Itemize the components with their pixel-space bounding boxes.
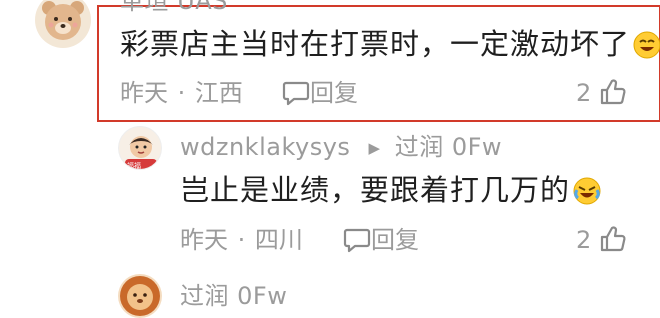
comment-text-content: 彩票店主当时在打票时，一定激动坏了 [120,27,631,61]
like-count: 2 [576,226,592,254]
lion-avatar-icon[interactable] [118,274,162,318]
reply-arrow-icon: ▶ [368,139,381,157]
reply-text: 岂止是业绩，要跟着打几万的 [180,172,602,214]
comment-bubble-icon [282,80,310,113]
comment-location: 江西 [194,79,243,107]
reply-button[interactable]: 回复 [282,78,358,113]
person-avatar-icon[interactable]: 福福 [118,126,162,170]
reply-time: 昨天 [180,226,228,254]
third-comment-username[interactable]: 过润 0Fw [180,282,287,310]
svg-text:福福: 福福 [127,161,141,170]
reply-like-button[interactable]: 2 [576,225,627,260]
reply-label: 回复 [371,226,419,254]
like-count: 2 [576,79,592,107]
reply-label: 回复 [310,79,358,107]
comment-meta: 昨天 · 江西 [120,78,243,108]
thumbs-up-icon [599,78,627,113]
bear-avatar-icon[interactable] [35,0,91,48]
reply-text-content: 岂止是业绩，要跟着打几万的 [180,173,571,207]
meta-separator: · [237,226,246,254]
reply-header: wdznklakysys ▶ 过润 0Fw [180,133,502,162]
reply-target-username[interactable]: 过润 0Fw [395,133,502,161]
reply-reply-button[interactable]: 回复 [343,225,419,260]
laughing-emoji-icon [632,30,660,68]
comment-username[interactable]: 革瑄 UAS [120,0,228,14]
crying-laughing-emoji-icon [572,176,602,214]
like-button[interactable]: 2 [576,78,627,113]
reply-location: 四川 [254,226,303,254]
reply-meta: 昨天 · 四川 [180,225,303,255]
comment-bubble-icon [343,227,371,260]
reply-username[interactable]: wdznklakysys [180,133,350,161]
meta-separator: · [177,79,186,107]
comment-text: 彩票店主当时在打票时，一定激动坏了 [120,26,660,68]
comment-time: 昨天 [120,79,168,107]
thumbs-up-icon [599,225,627,260]
